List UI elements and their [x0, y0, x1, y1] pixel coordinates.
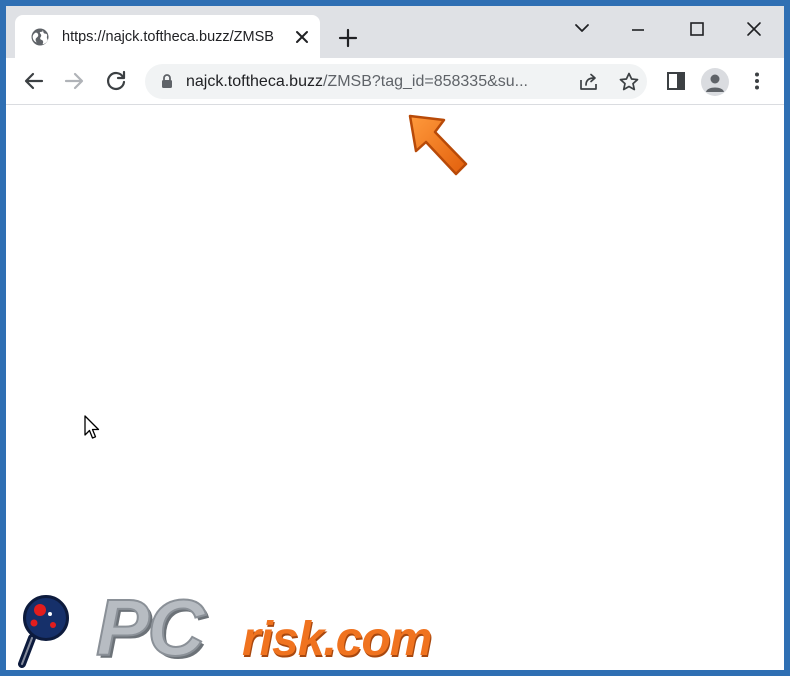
back-arrow-icon[interactable] [18, 65, 50, 97]
watermark-risk-text: risk.com [242, 613, 432, 666]
plus-icon[interactable] [334, 24, 362, 52]
side-panel-icon[interactable] [660, 65, 692, 97]
share-icon[interactable] [577, 70, 601, 94]
maximize-icon[interactable] [677, 14, 717, 44]
reload-icon[interactable] [100, 65, 132, 97]
address-bar[interactable]: najck.toftheca.buzz/ZMSB?tag_id=858335&s… [145, 64, 647, 99]
tab-strip: https://najck.toftheca.buzz/ZMSB [6, 6, 784, 58]
forward-arrow-icon[interactable] [58, 65, 90, 97]
url-path: /ZMSB?tag_id=858335&su... [322, 73, 528, 90]
pcrisk-watermark: PC risk.com [16, 583, 456, 671]
toolbar: najck.toftheca.buzz/ZMSB?tag_id=858335&s… [6, 58, 784, 105]
globe-icon [31, 28, 49, 46]
pointer-arrow-overlay [408, 114, 468, 176]
lock-icon[interactable] [159, 73, 175, 89]
minimize-icon[interactable] [618, 14, 658, 44]
url-host: najck.toftheca.buzz [186, 73, 323, 90]
close-icon[interactable] [734, 14, 774, 44]
mouse-cursor-icon [84, 415, 100, 439]
close-icon[interactable] [291, 26, 313, 48]
chevron-down-icon[interactable] [562, 14, 602, 44]
kebab-menu-icon[interactable] [741, 65, 773, 97]
browser-tab[interactable]: https://najck.toftheca.buzz/ZMSB [15, 15, 320, 58]
profile-avatar-icon[interactable] [701, 68, 729, 96]
tab-title: https://najck.toftheca.buzz/ZMSB [62, 29, 274, 45]
magnifier-logo-icon [18, 591, 73, 668]
star-icon[interactable] [617, 70, 641, 94]
watermark-pc-text: PC [95, 583, 206, 671]
person-icon [706, 74, 724, 92]
browser-window: https://najck.toftheca.buzz/ZMSB najck.t… [6, 6, 784, 670]
url-text[interactable]: najck.toftheca.buzz/ZMSB?tag_id=858335&s… [186, 72, 556, 92]
